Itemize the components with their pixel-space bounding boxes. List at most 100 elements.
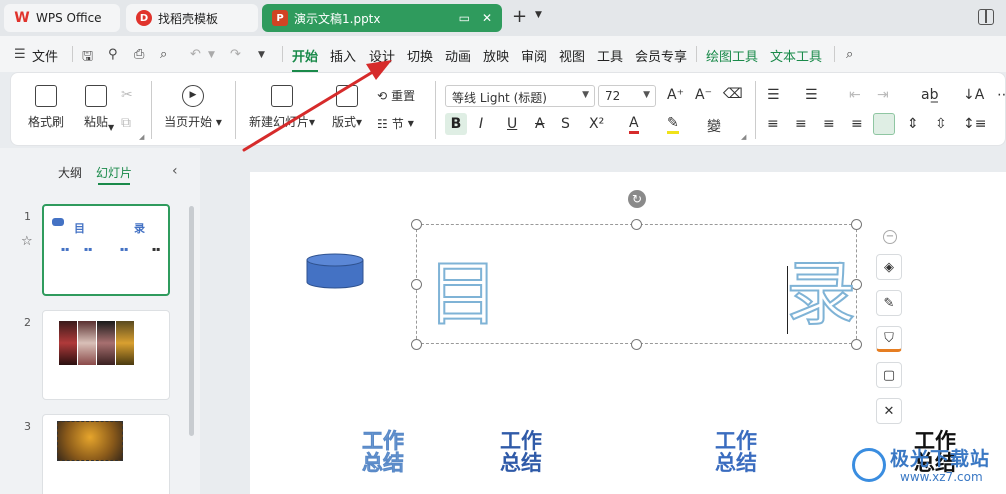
paragraph-spacing-icon[interactable]: ↕≡	[963, 116, 986, 132]
vertical-align-icon[interactable]: ⇕	[907, 116, 919, 132]
menu-insert[interactable]: 插入	[330, 46, 356, 65]
menu-member[interactable]: 会员专享	[635, 46, 687, 65]
slide-thumbnail-2[interactable]	[42, 310, 170, 400]
pen-icon[interactable]: ✎	[876, 290, 902, 316]
section-button[interactable]: ☷ 节 ▼	[377, 115, 414, 132]
text-direction-icon[interactable]: ab̲	[921, 87, 938, 103]
slide-title-right[interactable]: 录	[785, 253, 857, 335]
undo-icon[interactable]: ↶	[190, 47, 201, 62]
star-icon[interactable]: ☆	[21, 234, 33, 249]
print-preview-icon[interactable]: ⌕	[160, 47, 167, 62]
tools-icon[interactable]: ✕	[876, 398, 902, 424]
sidebar-toggle-icon[interactable]	[978, 9, 994, 25]
watermark-logo-icon	[852, 448, 886, 482]
layers-icon[interactable]: ◈	[876, 254, 902, 280]
more-icon[interactable]: ⋯	[997, 87, 1006, 103]
menu-slideshow[interactable]: 放映	[483, 46, 509, 65]
menu-review[interactable]: 审阅	[521, 46, 547, 65]
resize-handle[interactable]	[411, 279, 422, 290]
phonetic-icon[interactable]: 變	[707, 116, 721, 136]
screen-icon[interactable]: ▭	[459, 11, 470, 25]
menu-home[interactable]: 开始	[292, 46, 319, 72]
tab-wps-office[interactable]: W WPS Office	[4, 4, 120, 32]
slide-thumbnail-1[interactable]: 目 录 ▪▪ ▪▪ ▪▪ ▪▪	[42, 204, 170, 296]
resize-handle[interactable]	[411, 339, 422, 350]
shadow-icon[interactable]: S	[561, 116, 570, 132]
work-summary-label[interactable]: 工作 总结	[496, 430, 546, 474]
strikethrough-icon[interactable]: A	[535, 116, 545, 132]
redo-icon[interactable]: ↷	[230, 47, 241, 62]
resize-handle[interactable]	[631, 219, 642, 230]
align-left-icon[interactable]: ≡	[767, 116, 779, 132]
print-icon[interactable]: ⎙	[134, 47, 144, 62]
menu-transitions[interactable]: 切换	[407, 46, 433, 65]
rotate-handle-icon[interactable]: ↻	[628, 190, 646, 208]
tab-template-store[interactable]: D 找稻壳模板	[126, 4, 258, 32]
work-summary-label[interactable]: 工作 总结	[711, 430, 761, 474]
superscript-icon[interactable]: X²	[589, 116, 604, 132]
tab-outline[interactable]: 大纲	[58, 164, 82, 181]
resize-handle[interactable]	[851, 219, 862, 230]
resize-handle[interactable]	[631, 339, 642, 350]
font-dialog-icon[interactable]: ◢	[741, 133, 746, 141]
save-icon[interactable]: 🖫	[82, 47, 93, 69]
increase-indent-icon[interactable]: ⇥	[877, 87, 889, 103]
justify-icon[interactable]: ≡	[851, 116, 863, 132]
cut-icon[interactable]: ✂	[121, 87, 133, 103]
underline-icon[interactable]: U	[507, 116, 517, 132]
align-right-icon[interactable]: ≡	[823, 116, 835, 132]
resize-handle[interactable]	[411, 219, 422, 230]
highlight-icon[interactable]: ✎	[667, 115, 679, 134]
tab-presentation[interactable]: P 演示文稿1.pptx ▭ ✕	[262, 4, 502, 32]
hamburger-icon[interactable]: ☰	[14, 47, 26, 62]
font-size-select[interactable]: 72 ▼	[598, 85, 656, 107]
reset-button[interactable]: ⟲ 重置	[377, 87, 415, 104]
resize-handle[interactable]	[851, 339, 862, 350]
sort-icon[interactable]: ↓A	[963, 87, 984, 103]
tab-slides[interactable]: 幻灯片	[96, 164, 132, 185]
font-color-icon[interactable]: A	[629, 115, 639, 134]
menu-file[interactable]: 文件	[32, 46, 58, 65]
menu-tools[interactable]: 工具	[597, 46, 623, 65]
work-summary-label[interactable]: 工作 总结	[358, 430, 408, 475]
decrease-indent-icon[interactable]: ⇤	[849, 87, 861, 103]
layout-button[interactable]: 版式▾	[327, 85, 367, 130]
slide-thumbnail-3[interactable]	[42, 414, 170, 494]
collapse-panel-icon[interactable]: ‹	[172, 163, 178, 179]
cylinder-shape[interactable]	[306, 253, 364, 289]
menu-view[interactable]: 视图	[559, 46, 585, 65]
font-name-select[interactable]: 等线 Light (标题) ▼	[445, 85, 595, 107]
fill-icon[interactable]: ⛉	[876, 326, 902, 352]
new-tab-icon[interactable]: +	[512, 6, 527, 27]
menu-drawing-tools[interactable]: 绘图工具	[706, 46, 758, 65]
close-icon[interactable]: ✕	[482, 11, 492, 25]
paste-chevron-icon[interactable]: ▼	[108, 123, 114, 132]
play-current-button[interactable]: ▶ 当页开始 ▾	[159, 85, 227, 130]
format-painter-button[interactable]: 格式刷	[27, 85, 65, 130]
menu-animations[interactable]: 动画	[445, 46, 471, 65]
bold-icon[interactable]: B	[445, 113, 467, 135]
clear-format-icon[interactable]: ⌫	[723, 86, 743, 102]
more-chevron-icon[interactable]: ▼	[258, 50, 265, 60]
italic-icon[interactable]: I	[479, 116, 483, 132]
panel-scrollbar[interactable]	[189, 206, 194, 436]
decrease-font-icon[interactable]: A⁻	[695, 87, 712, 103]
menu-design[interactable]: 设计	[369, 46, 395, 65]
undo-chevron-icon[interactable]: ▼	[208, 50, 215, 60]
chevron-down-icon[interactable]: ▼	[535, 10, 542, 20]
share-icon[interactable]: ⚲	[108, 47, 118, 62]
slide-title-left[interactable]: 目	[427, 253, 499, 335]
search-icon[interactable]: ⌕	[846, 47, 853, 62]
clipboard-dialog-icon[interactable]: ◢	[139, 133, 144, 141]
collapse-toolbar-icon[interactable]: −	[883, 230, 897, 244]
menu-text-tools[interactable]: 文本工具	[770, 46, 822, 65]
new-slide-button[interactable]: 新建幻灯片▾	[245, 85, 319, 130]
distribute-icon[interactable]	[873, 113, 895, 135]
line-spacing-icon[interactable]: ⇳	[935, 116, 947, 132]
outline-icon[interactable]: ▢	[876, 362, 902, 388]
align-center-icon[interactable]: ≡	[795, 116, 807, 132]
increase-font-icon[interactable]: A⁺	[667, 87, 684, 103]
bullet-list-icon[interactable]: ☰	[767, 87, 780, 103]
numbered-list-icon[interactable]: ☰	[805, 87, 818, 103]
copy-icon[interactable]: ⧉	[121, 115, 131, 131]
